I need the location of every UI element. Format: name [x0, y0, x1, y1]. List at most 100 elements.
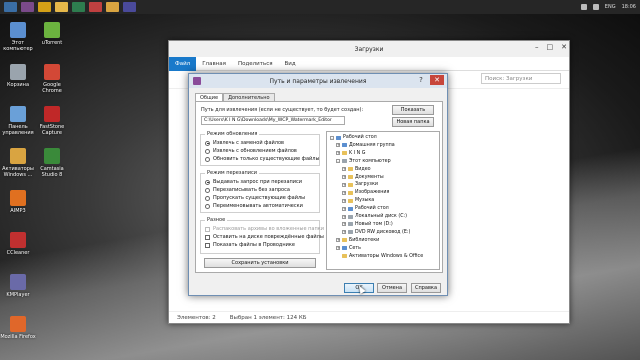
collapse-icon[interactable]: - [336, 159, 340, 164]
maximize-icon[interactable]: □ [547, 43, 554, 51]
folder-icon[interactable] [106, 2, 119, 12]
tab-share[interactable]: Поделиться [232, 57, 279, 71]
checkbox-option[interactable]: Оставить на диске повреждённые файлы [205, 234, 324, 240]
radio-button[interactable] [205, 203, 210, 209]
radio-option[interactable]: Выдавать запрос при перезаписи [205, 179, 302, 185]
tree-item[interactable]: Активаторы Windows & Office [336, 254, 423, 259]
option-label: Выдавать запрос при перезаписи [213, 179, 303, 185]
radio-button[interactable] [205, 179, 210, 185]
expand-icon[interactable]: + [336, 246, 340, 251]
volume-icon[interactable] [592, 4, 599, 10]
tree-item[interactable]: - Этот компьютер [336, 159, 391, 164]
desktop-icon-label: uTorrent [41, 40, 63, 46]
desktop-icon[interactable]: AIMP3 [0, 190, 36, 214]
utorrent-icon [44, 22, 60, 38]
expand-icon[interactable]: + [342, 222, 346, 227]
desktop-icon[interactable]: FastStone Capture [34, 106, 70, 136]
desktop-icon[interactable]: Панель управления [0, 106, 36, 136]
expand-icon[interactable]: + [336, 238, 340, 243]
help-icon[interactable]: ? [414, 75, 428, 85]
radio-option[interactable]: Переименовывать автоматически [205, 203, 303, 209]
tree-item[interactable]: + Загрузки [342, 182, 378, 187]
radio-option[interactable]: Извлечь с заменой файлов [205, 140, 284, 146]
radio-button[interactable] [205, 187, 210, 193]
tab-home[interactable]: Главная [196, 57, 232, 71]
radio-option[interactable]: Перезаписывать без запроса [205, 187, 290, 193]
network-icon[interactable] [580, 4, 587, 10]
desktop-icon[interactable]: Корзина [0, 64, 36, 88]
expand-icon[interactable]: + [342, 198, 346, 203]
desktop-icon-label: Camtasia Studio 8 [40, 166, 64, 178]
tree-item[interactable]: + Локальный диск (C:) [342, 214, 407, 219]
save-settings-button[interactable]: Сохранить установки [204, 258, 316, 268]
tree-item[interactable]: + K I N G [336, 151, 365, 156]
media-icon[interactable] [89, 2, 102, 12]
tree-item[interactable]: + Изображения [342, 190, 389, 195]
radio-option[interactable]: Извлечь с обновлением файлов [205, 148, 297, 154]
search-input[interactable]: Поиск: Загрузки [481, 73, 561, 84]
chrome-icon[interactable] [38, 2, 51, 12]
desktop-icon[interactable]: KMPlayer [0, 274, 36, 298]
folder-tree[interactable]: - Рабочий стол + Домашняя группа + K I N G - Эт… [326, 131, 440, 270]
tree-item[interactable]: - Рабочий стол [330, 135, 377, 140]
update-mode-title: Режим обновления [205, 131, 260, 137]
tree-item[interactable]: + Музыка [342, 198, 374, 203]
checkbox[interactable] [205, 234, 210, 240]
minimize-icon[interactable]: – [535, 43, 539, 51]
cancel-button[interactable]: Отмена [377, 283, 407, 293]
close-icon[interactable]: ✕ [430, 75, 444, 85]
desktop-icon[interactable]: Google Chrome [34, 64, 70, 94]
tab-view[interactable]: Вид [279, 57, 302, 71]
collapse-icon[interactable]: - [330, 135, 334, 140]
tree-item[interactable]: + Домашняя группа [336, 143, 395, 148]
new-folder-button[interactable]: Новая папка [392, 117, 434, 127]
show-button[interactable]: Показать [392, 105, 434, 115]
desktop-icon[interactable]: Camtasia Studio 8 [34, 148, 70, 178]
tree-item[interactable]: + Библиотеки [336, 238, 379, 243]
aimp-icon [10, 190, 26, 206]
expand-icon[interactable]: + [342, 167, 346, 172]
app-icon[interactable] [123, 2, 136, 12]
camtasia-icon [44, 148, 60, 164]
winrar-icon[interactable] [21, 2, 34, 12]
desktop-icon[interactable]: Этот компьютер [0, 22, 36, 52]
expand-icon[interactable]: + [342, 190, 346, 195]
checkbox-option[interactable]: Показать файлы в Проводнике [205, 242, 295, 248]
language-indicator[interactable]: ENG [605, 4, 616, 10]
tree-item[interactable]: + Сеть [336, 246, 361, 251]
folder-icon [348, 190, 353, 195]
radio-button[interactable] [205, 156, 210, 162]
radio-option[interactable]: Пропускать существующие файлы [205, 195, 305, 201]
tree-item[interactable]: + DVD RW дисковод (E:) [342, 230, 410, 235]
radio-button[interactable] [205, 140, 210, 146]
close-icon[interactable]: ✕ [561, 43, 567, 51]
store-icon[interactable] [72, 2, 85, 12]
extract-path-input[interactable]: C:\Users\K I N G\Downloads\My_WCP_Waterm… [201, 116, 345, 125]
expand-icon[interactable]: + [342, 230, 346, 235]
expand-icon[interactable]: + [342, 175, 346, 179]
explorer-icon[interactable] [55, 2, 68, 12]
tree-item[interactable]: + Видео [342, 167, 371, 172]
start-icon[interactable] [4, 2, 17, 12]
clock[interactable]: 18:06 [622, 4, 636, 10]
tab-file[interactable]: Файл [169, 56, 197, 71]
desktop-icon[interactable]: Mozilla Firefox [0, 316, 36, 340]
tree-item[interactable]: + Новый том (D:) [342, 222, 393, 227]
tree-item[interactable]: + Рабочий стол [342, 206, 389, 211]
expand-icon[interactable]: + [336, 151, 340, 156]
expand-icon[interactable]: + [342, 214, 346, 219]
winrar-icon [193, 77, 201, 85]
desktop-icon[interactable]: Активаторы Windows ... [0, 148, 36, 178]
radio-button[interactable] [205, 195, 210, 201]
radio-option[interactable]: Обновить только существующие файлы [205, 156, 319, 162]
tree-item[interactable]: + Документы [342, 175, 384, 180]
help-button[interactable]: Справка [411, 283, 441, 293]
expand-icon[interactable]: + [336, 143, 340, 148]
checkbox[interactable] [205, 242, 210, 248]
desktop-icon[interactable]: uTorrent [34, 22, 70, 46]
folder-icon [342, 246, 347, 251]
expand-icon[interactable]: + [342, 206, 346, 211]
desktop-icon[interactable]: CCleaner [0, 232, 36, 256]
expand-icon[interactable]: + [342, 182, 346, 187]
radio-button[interactable] [205, 148, 210, 154]
